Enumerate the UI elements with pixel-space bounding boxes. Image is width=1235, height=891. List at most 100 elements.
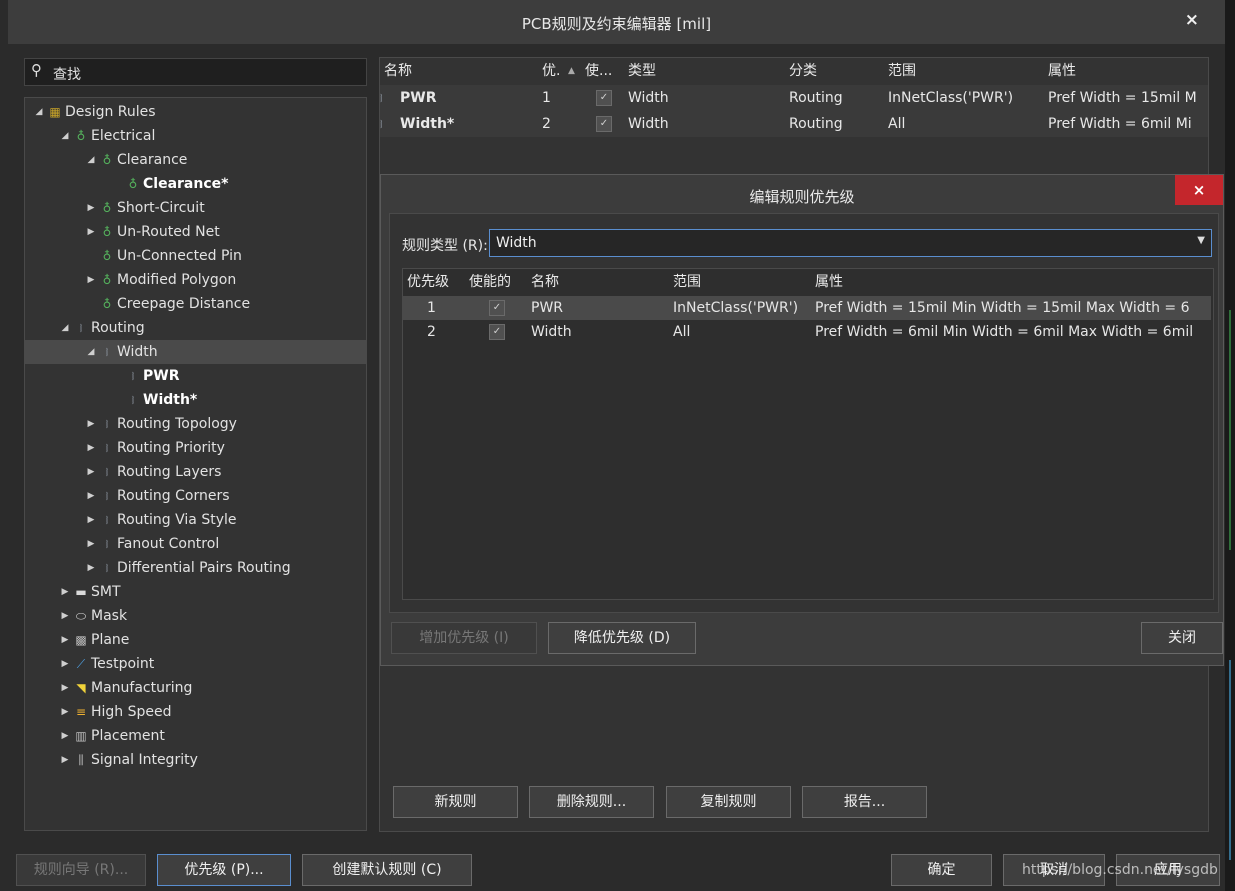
expand-arrow-icon[interactable]: ▶ [59,724,71,748]
col-header-attributes[interactable]: 属性 [1048,58,1076,84]
expand-arrow-icon[interactable]: ▶ [85,460,97,484]
expand-arrow-icon[interactable]: ◢ [59,316,71,340]
tree-node-un-routed-net[interactable]: ▶ ♁ Un-Routed Net [25,220,366,244]
row-priority: 1 [427,300,436,316]
table-row[interactable]: ⧘ PWR 1 ✓ Width Routing InNetClass('PWR'… [380,85,1208,111]
col-header-scope[interactable]: 范围 [673,269,701,295]
tree-node-un-connected-pin[interactable]: ♁ Un-Connected Pin [25,244,366,268]
expand-arrow-icon[interactable]: ◢ [59,124,71,148]
dialog-close-button[interactable]: 关闭 [1141,622,1223,654]
tree-node-width-rule[interactable]: ⧘ Width* [25,388,366,412]
copy-rule-button[interactable]: 复制规则 [666,786,791,818]
tree-node-routing[interactable]: ◢ ⧘ Routing [25,316,366,340]
col-header-priority[interactable]: 优先级 [407,269,449,295]
tree-node-signal-integrity[interactable]: ▶ ⫼ Signal Integrity [25,748,366,772]
expand-arrow-icon[interactable]: ▶ [85,532,97,556]
col-header-enabled[interactable]: 使能的 [469,269,511,295]
col-header-name[interactable]: 名称 [384,58,412,84]
rule-wizard-button[interactable]: 规则向导 (R)... [16,854,146,886]
tree-node-modified-polygon[interactable]: ▶ ♁ Modified Polygon [25,268,366,292]
increase-priority-button[interactable]: 增加优先级 (I) [391,622,537,654]
electrical-rule-icon: ♁ [102,225,112,239]
expand-arrow-icon[interactable]: ▶ [85,220,97,244]
rule-name: Width* [400,116,455,132]
rule-type-select[interactable]: Width ▼ [489,229,1212,257]
enabled-checkbox[interactable]: ✓ [489,296,509,320]
enabled-checkbox[interactable]: ✓ [596,85,616,111]
expand-arrow-icon[interactable]: ▶ [85,556,97,580]
priority-table[interactable]: 优先级 使能的 名称 范围 属性 1 ✓ PWR InNetClass('PWR… [402,268,1214,600]
electrical-rule-icon: ♁ [76,129,86,143]
placement-icon: ▥ [75,729,87,743]
tree-node-routing-priority[interactable]: ▶ ⧘ Routing Priority [25,436,366,460]
tree-node-label: Routing [91,320,145,336]
tree-node-manufacturing[interactable]: ▶ ◥ Manufacturing [25,676,366,700]
create-default-rules-button[interactable]: 创建默认规则 (C) [302,854,472,886]
tree-node-routing-topology[interactable]: ▶ ⧘ Routing Topology [25,412,366,436]
tree-node-routing-layers[interactable]: ▶ ⧘ Routing Layers [25,460,366,484]
col-header-scope[interactable]: 范围 [888,58,916,84]
tree-node-routing-via-style[interactable]: ▶ ⧘ Routing Via Style [25,508,366,532]
expand-arrow-icon[interactable]: ▶ [85,508,97,532]
tree-node-clearance[interactable]: ◢ ♁ Clearance [25,148,366,172]
tree-node-high-speed[interactable]: ▶ ≡ High Speed [25,700,366,724]
tree-node-placement[interactable]: ▶ ▥ Placement [25,724,366,748]
table-row[interactable]: ⧘ Width* 2 ✓ Width Routing All Pref Widt… [380,111,1208,137]
expand-arrow-icon[interactable]: ◢ [85,148,97,172]
tree-node-label: PWR [143,368,180,384]
tree-node-testpoint[interactable]: ▶ ⟋ Testpoint [25,652,366,676]
expand-arrow-icon[interactable]: ◢ [33,100,45,124]
tree-node-electrical[interactable]: ◢ ♁ Electrical [25,124,366,148]
tree-node-width[interactable]: ◢ ⧘ Width [25,340,366,364]
tree-node-creepage-distance[interactable]: ♁ Creepage Distance [25,292,366,316]
tree-node-smt[interactable]: ▶ ▬ SMT [25,580,366,604]
enabled-checkbox[interactable]: ✓ [489,320,509,344]
table-row[interactable]: 1 ✓ PWR InNetClass('PWR') Pref Width = 1… [403,296,1211,320]
tree-node-label: Fanout Control [117,536,220,552]
col-header-type[interactable]: 类型 [628,58,656,84]
expand-arrow-icon[interactable]: ▶ [59,652,71,676]
tree-node-routing-corners[interactable]: ▶ ⧘ Routing Corners [25,484,366,508]
new-rule-button[interactable]: 新规则 [393,786,518,818]
tree-node-differential-pairs-routing[interactable]: ▶ ⧘ Differential Pairs Routing [25,556,366,580]
table-row[interactable]: 2 ✓ Width All Pref Width = 6mil Min Widt… [403,320,1211,344]
col-header-attributes[interactable]: 属性 [815,269,843,295]
col-header-enabled[interactable]: 使... [585,58,612,84]
decrease-priority-button[interactable]: 降低优先级 (D) [548,622,696,654]
col-header-priority[interactable]: 优. [542,58,560,84]
window-close-icon[interactable]: × [1185,10,1199,30]
report-button[interactable]: 报告... [802,786,927,818]
expand-arrow-icon[interactable]: ▶ [85,484,97,508]
expand-arrow-icon[interactable]: ▶ [85,436,97,460]
tree-node-pwr-rule[interactable]: ⧘ PWR [25,364,366,388]
expand-arrow-icon[interactable]: ▶ [85,412,97,436]
expand-arrow-icon[interactable]: ▶ [85,196,97,220]
tree-node-plane[interactable]: ▶ ▩ Plane [25,628,366,652]
tree-node-short-circuit[interactable]: ▶ ♁ Short-Circuit [25,196,366,220]
col-header-category[interactable]: 分类 [789,58,817,84]
plane-icon: ▩ [75,633,87,647]
priority-button[interactable]: 优先级 (P)... [157,854,291,886]
delete-rule-button[interactable]: 删除规则... [529,786,654,818]
search-input[interactable]: ⚲ 查找 [24,58,367,86]
expand-arrow-icon[interactable]: ▶ [85,268,97,292]
dialog-close-icon[interactable]: × [1175,175,1223,205]
expand-arrow-icon[interactable]: ▶ [59,580,71,604]
tree-node-clearance-rule[interactable]: ♁ Clearance* [25,172,366,196]
expand-arrow-icon[interactable]: ▶ [59,676,71,700]
enabled-checkbox[interactable]: ✓ [596,111,616,137]
electrical-rule-icon: ♁ [102,153,112,167]
ok-button[interactable]: 确定 [891,854,992,886]
col-header-name[interactable]: 名称 [531,269,559,295]
expand-arrow-icon[interactable]: ◢ [85,340,97,364]
expand-arrow-icon[interactable]: ▶ [59,748,71,772]
rule-tree[interactable]: ◢ ▦ Design Rules ◢ ♁ Electrical ◢ ♁ Clearance … [24,97,367,831]
expand-arrow-icon[interactable]: ▶ [59,700,71,724]
expand-arrow-icon[interactable]: ▶ [59,604,71,628]
tree-node-mask[interactable]: ▶ ⬭ Mask [25,604,366,628]
tree-node-fanout-control[interactable]: ▶ ⧘ Fanout Control [25,532,366,556]
mask-icon: ⬭ [75,609,87,623]
expand-arrow-icon[interactable]: ▶ [59,628,71,652]
electrical-rule-icon: ♁ [102,273,112,287]
tree-node-design-rules[interactable]: ◢ ▦ Design Rules [25,100,366,124]
